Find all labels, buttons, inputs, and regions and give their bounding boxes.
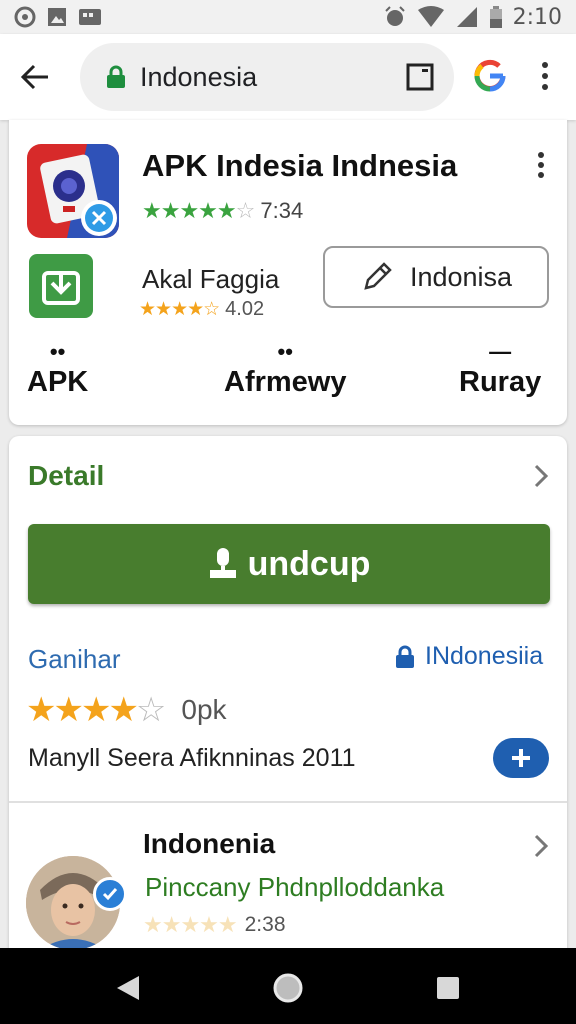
stat-ruray: — Ruray	[459, 339, 542, 399]
square-recents-icon	[437, 977, 459, 999]
image-status-icon	[48, 8, 66, 26]
tab-switcher-icon	[406, 63, 434, 91]
lock-link[interactable]: INdonesiia	[395, 642, 543, 671]
sub-rating: ★★★★☆ 4.02	[139, 298, 264, 321]
app-card-more-button[interactable]	[533, 152, 549, 182]
app-card: APK Indesia Indnesia ★★★★★☆ 7:34 Akal Fa…	[9, 120, 567, 425]
stat-mark: ••	[277, 339, 293, 364]
arrow-left-icon	[20, 64, 48, 90]
app-icon[interactable]	[27, 144, 119, 238]
nav-home-button[interactable]	[268, 968, 308, 1008]
plus-icon	[512, 749, 530, 767]
genre-link[interactable]: Ganihar	[28, 644, 121, 675]
tab-switcher-button[interactable]	[405, 62, 435, 92]
developer-subtitle: Pinccany Phdnplloddanka	[145, 872, 445, 902]
details-rating-value: 0pk	[181, 694, 227, 725]
app-rating: ★★★★★☆ 7:34	[142, 198, 303, 224]
primary-button-label: undcup	[247, 544, 371, 583]
battery-icon	[489, 6, 502, 28]
developer-rating: ★★★★★ 2:38	[143, 912, 286, 938]
message-status-icon	[79, 9, 101, 25]
outline-button-label: Indonisa	[409, 261, 513, 292]
stat-mark: ••	[49, 339, 66, 364]
rating-stars: ★★★★★☆	[142, 198, 255, 223]
details-card: Detail undcup Ganihar INdonesiia ★★★★☆ 0…	[9, 436, 567, 956]
settings-status-icon	[14, 6, 36, 28]
back-button[interactable]	[0, 42, 70, 112]
triangle-back-icon	[117, 976, 139, 1000]
details-rating: ★★★★☆ 0pk	[26, 690, 227, 730]
stat-mark: —	[489, 339, 512, 364]
chevron-right-icon[interactable]	[531, 834, 551, 858]
chevron-right-icon[interactable]	[531, 464, 551, 488]
developer-name[interactable]: Indonenia	[143, 828, 275, 860]
pencil-icon	[364, 262, 392, 290]
stat-label: Ruray	[459, 366, 542, 398]
download-icon	[42, 271, 80, 305]
alarm-icon	[384, 6, 405, 26]
google-g-icon	[474, 59, 506, 92]
download-icon	[209, 548, 236, 578]
nav-recents-button[interactable]	[428, 968, 468, 1008]
browser-toolbar: Indonesia	[0, 34, 576, 120]
url-text: Indonesia	[140, 61, 258, 92]
wifi-icon	[417, 6, 444, 27]
stat-label: APK	[27, 366, 89, 398]
developer-rating-stars: ★★★★★	[143, 912, 238, 937]
download-app-icon[interactable]	[29, 254, 93, 318]
lock-link-text: INdonesiia	[425, 642, 544, 670]
app-title: APK Indesia Indnesia	[142, 148, 458, 183]
verified-badge	[93, 877, 127, 911]
signal-icon	[456, 7, 477, 27]
stat-apk: •• APK	[27, 339, 89, 399]
rating-value: 7:34	[260, 198, 304, 223]
google-button[interactable]	[470, 56, 510, 96]
circle-home-icon	[273, 973, 303, 1003]
outline-action-button[interactable]: Indonisa	[323, 246, 549, 308]
primary-download-button[interactable]: undcup	[28, 524, 550, 604]
status-bar: 2:10	[0, 0, 576, 34]
divider	[9, 801, 567, 803]
overflow-menu-button[interactable]	[530, 56, 560, 96]
lock-icon	[107, 65, 125, 88]
clock-text: 2:10	[512, 4, 562, 30]
details-rating-stars: ★★★★☆	[26, 691, 166, 729]
stat-label: Afrmewy	[224, 366, 347, 398]
sub-rating-stars: ★★★★☆	[139, 299, 220, 320]
app-subtitle: Akal Faggia	[142, 264, 280, 294]
system-nav-bar	[0, 948, 576, 1024]
url-bar[interactable]: Indonesia	[80, 43, 454, 111]
app-logo-icon	[27, 144, 119, 238]
detail-section-title[interactable]: Detail	[28, 460, 104, 492]
nav-back-button[interactable]	[108, 968, 148, 1008]
developer-rating-value: 2:38	[244, 913, 286, 936]
sub-rating-value: 4.02	[225, 298, 265, 320]
add-button[interactable]	[493, 738, 549, 778]
stat-afrmewy: •• Afrmewy	[224, 339, 347, 399]
verified-icon	[102, 888, 118, 901]
lock-icon	[396, 645, 414, 668]
info-line: Manyll Seera Afiknninas 2011	[28, 744, 356, 772]
